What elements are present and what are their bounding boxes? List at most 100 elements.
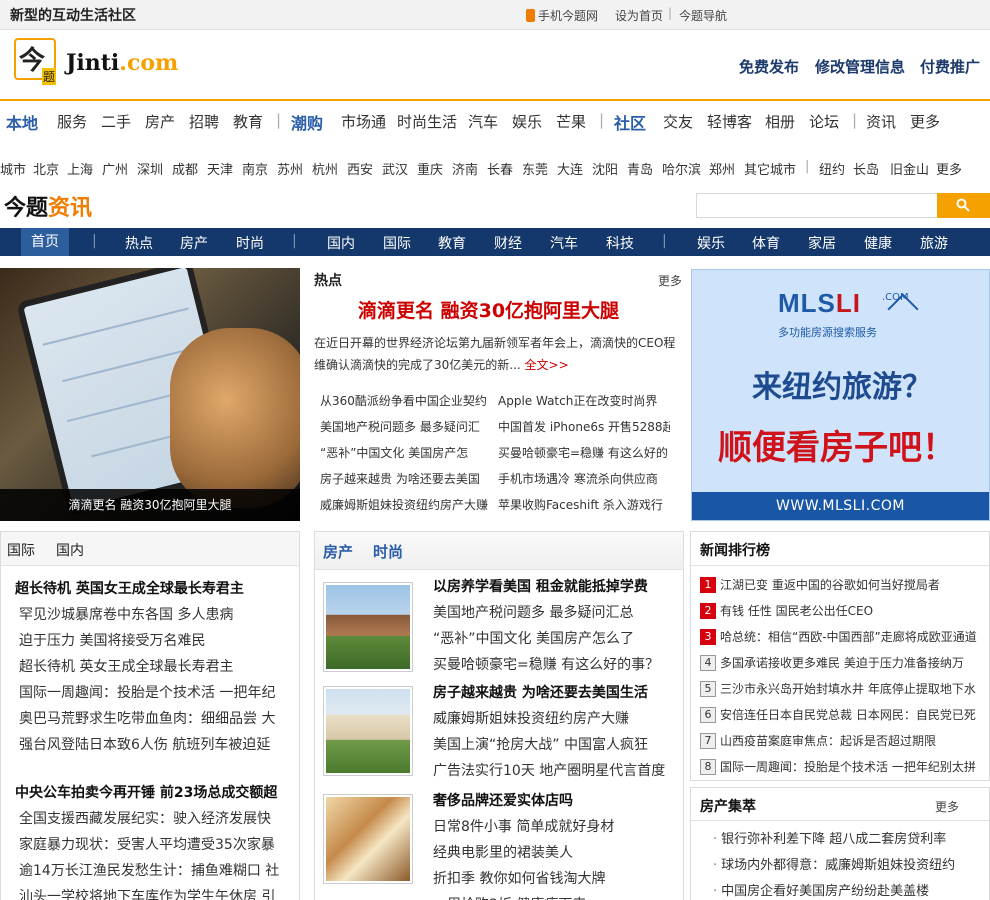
search-button[interactable]: [937, 193, 990, 218]
city-link[interactable]: 更多: [936, 159, 962, 178]
intl-news-item[interactable]: 奥巴马荒野求生吃带血鱼肉：细细品尝 大: [19, 708, 301, 728]
channel-link[interactable]: 时尚生活: [397, 111, 457, 132]
city-link[interactable]: 广州: [102, 159, 128, 178]
nav-link[interactable]: 房产: [180, 233, 208, 253]
hero-caption[interactable]: 滴滴更名 融资30亿抱阿里大腿: [0, 489, 300, 521]
hot-news-item[interactable]: 中国首发 iPhone6s 开售5288起: [498, 418, 670, 435]
hot-news-item[interactable]: 美国地产税问题多 最多疑问汇: [320, 418, 492, 435]
nav-link[interactable]: 国内: [327, 233, 355, 253]
rank-item-text[interactable]: 多国承诺接收更多难民 美迫于压力准备接纳万: [720, 654, 964, 671]
intl-news-item[interactable]: 全国支援西藏发展纪实：驶入经济发展快: [19, 808, 301, 828]
city-link[interactable]: 西安: [347, 159, 373, 178]
housing-news-item[interactable]: 美国地产税问题多 最多疑问汇总: [433, 602, 669, 622]
nav-link[interactable]: 财经: [494, 233, 522, 253]
nav-link[interactable]: 教育: [438, 233, 466, 253]
digest-item-text[interactable]: 中国房企看好美国房产纷纷赴美盖楼: [721, 880, 929, 899]
digest-item[interactable]: · 球场内外都得意：威廉姆斯姐妹投资纽约: [713, 854, 989, 873]
channel-link[interactable]: 房产: [145, 111, 175, 132]
housing-news-item[interactable]: 买曼哈顿豪宅=稳赚 有这么好的事？: [433, 654, 669, 674]
site-nav-link[interactable]: 今题导航: [679, 7, 727, 24]
rank-item[interactable]: 8 国际一周趣闻：投胎是个技术活 一把年纪别太拼: [700, 758, 984, 775]
city-link[interactable]: 其它城市: [744, 159, 796, 178]
channel-link[interactable]: 本地: [6, 110, 38, 134]
housing-news-item[interactable]: “恶补”中国文化 美国房产怎么了: [433, 628, 669, 648]
city-link[interactable]: 旧金山: [890, 159, 929, 178]
store-thumbnail[interactable]: [323, 794, 413, 884]
nav-home-active[interactable]: 首页: [21, 228, 69, 256]
hero-photo[interactable]: 滴滴更名 融资30亿抱阿里大腿: [0, 268, 300, 521]
channel-link[interactable]: 二手: [101, 111, 131, 132]
channel-link[interactable]: 社区: [614, 110, 646, 134]
city-link[interactable]: 大连: [557, 159, 583, 178]
housing-group-title[interactable]: 奢侈品牌还爱实体店吗: [433, 790, 669, 810]
nav-link[interactable]: 国际: [383, 233, 411, 253]
housing-group-title[interactable]: 房子越来越贵 为啥还要去美国生活: [433, 682, 669, 702]
channel-link[interactable]: 更多: [910, 111, 940, 132]
channel-link[interactable]: 汽车: [468, 111, 498, 132]
house-thumbnail[interactable]: [323, 582, 413, 672]
city-link[interactable]: 苏州: [277, 159, 303, 178]
rank-item-text[interactable]: 山西疫苗案庭审焦点：起诉是否超过期限: [720, 732, 936, 749]
intl-news-item[interactable]: 家庭暴力现状：受害人平均遭受35次家暴: [19, 834, 301, 854]
nav-link[interactable]: 时尚: [236, 233, 264, 253]
channel-link[interactable]: 服务: [57, 111, 87, 132]
city-link[interactable]: 济南: [452, 159, 478, 178]
nav-link[interactable]: 热点: [125, 233, 153, 253]
city-link[interactable]: 青岛: [627, 159, 653, 178]
intl-second-headline[interactable]: 中央公车拍卖今再开锤 前23场总成交额超: [15, 782, 291, 802]
hot-news-item[interactable]: 威廉姆斯姐妹投资纽约房产大赚: [320, 496, 492, 513]
housing-news-item[interactable]: 日常8件小事 简单成就好身材: [433, 816, 669, 836]
nav-link[interactable]: 健康: [864, 233, 892, 253]
rank-item[interactable]: 4 多国承诺接收更多难民 美迫于压力准备接纳万: [700, 654, 984, 671]
channel-link[interactable]: 教育: [233, 111, 263, 132]
edit-info-link[interactable]: 修改管理信息: [815, 56, 905, 77]
rank-item[interactable]: 2 有钱 任性 国民老公出任CEO: [700, 602, 984, 619]
tab-housing[interactable]: 房产: [323, 541, 353, 562]
city-link[interactable]: 成都: [172, 159, 198, 178]
free-post-link[interactable]: 免费发布: [739, 56, 799, 77]
intl-news-item[interactable]: 迫于压力 美国将接受万名难民: [19, 630, 301, 650]
city-link[interactable]: 沈阳: [592, 159, 618, 178]
mlsli-ad-banner[interactable]: MLSLI .COM 多功能房源搜索服务 来纽约旅游？ 顺便看房子吧！ WWW.…: [691, 269, 990, 521]
digest-item-text[interactable]: 银行弥补利差下降 超八成二套房贷利率: [721, 828, 946, 847]
rank-item-text[interactable]: 江湖已变 重返中国的谷歌如何当好搅局者: [720, 576, 940, 593]
rank-item-text[interactable]: 有钱 任性 国民老公出任CEO: [720, 602, 873, 619]
intl-news-item[interactable]: 罕见沙城暴席卷中东各国 多人患病: [19, 604, 301, 624]
nav-link[interactable]: 科技: [606, 233, 634, 253]
digest-more-link[interactable]: 更多: [935, 798, 959, 815]
city-link[interactable]: 上海: [67, 159, 93, 178]
mobile-site-link[interactable]: 手机今题网: [526, 7, 598, 24]
nav-link[interactable]: 家居: [808, 233, 836, 253]
hot-news-item[interactable]: 房子越来越贵 为啥还要去美国: [320, 470, 492, 487]
channel-link[interactable]: 潮购: [291, 110, 323, 134]
intl-news-item[interactable]: 汕头一学校将地下车库作为学生午休房 引: [19, 886, 301, 900]
city-link[interactable]: 纽约: [819, 159, 845, 178]
intl-news-item[interactable]: 逾14万长江渔民发愁生计：捕鱼难糊口 社: [19, 860, 301, 880]
site-logo[interactable]: 今 题: [14, 38, 62, 86]
channel-link[interactable]: 招聘: [189, 111, 219, 132]
hot-news-item[interactable]: 手机市场遇冷 寒流杀向供应商: [498, 470, 670, 487]
hot-news-item[interactable]: “恶补”中国文化 美国房产怎: [320, 444, 492, 461]
housing-news-item[interactable]: 美国上演“抢房大战” 中国富人疯狂: [433, 734, 669, 754]
nav-link[interactable]: 旅游: [920, 233, 948, 253]
tab-intl[interactable]: 国际: [7, 540, 35, 560]
channel-link[interactable]: 娱乐: [512, 111, 542, 132]
rank-item[interactable]: 6 安倍连任日本自民党总裁 日本网民：自民党已死: [700, 706, 984, 723]
search-input[interactable]: [696, 193, 938, 218]
housing-group-title[interactable]: 以房养学看美国 租金就能抵掉学费: [433, 576, 669, 596]
city-link[interactable]: 城市: [0, 159, 26, 178]
housing-news-item[interactable]: 折扣季 教你如何省钱淘大牌: [433, 868, 669, 888]
city-link[interactable]: 天津: [207, 159, 233, 178]
tab-fashion[interactable]: 时尚: [373, 541, 403, 562]
intl-news-item[interactable]: 强台风登陆日本致6人伤 航班列车被迫延: [19, 734, 301, 754]
intl-news-item[interactable]: 超长待机 英女王成全球最长寿君主: [19, 656, 301, 676]
hot-more-link[interactable]: 更多: [658, 272, 682, 289]
logo-wordmark[interactable]: Jinti.com: [66, 50, 178, 76]
channel-link[interactable]: 芒果: [556, 111, 586, 132]
city-link[interactable]: 深圳: [137, 159, 163, 178]
city-link[interactable]: 长春: [487, 159, 513, 178]
nav-link[interactable]: 汽车: [550, 233, 578, 253]
rank-item[interactable]: 3 哈总统：相信“西欧-中国西部”走廊将成欧亚通道: [700, 628, 984, 645]
rank-item-text[interactable]: 国际一周趣闻：投胎是个技术活 一把年纪别太拼: [720, 758, 976, 775]
city-link[interactable]: 东莞: [522, 159, 548, 178]
